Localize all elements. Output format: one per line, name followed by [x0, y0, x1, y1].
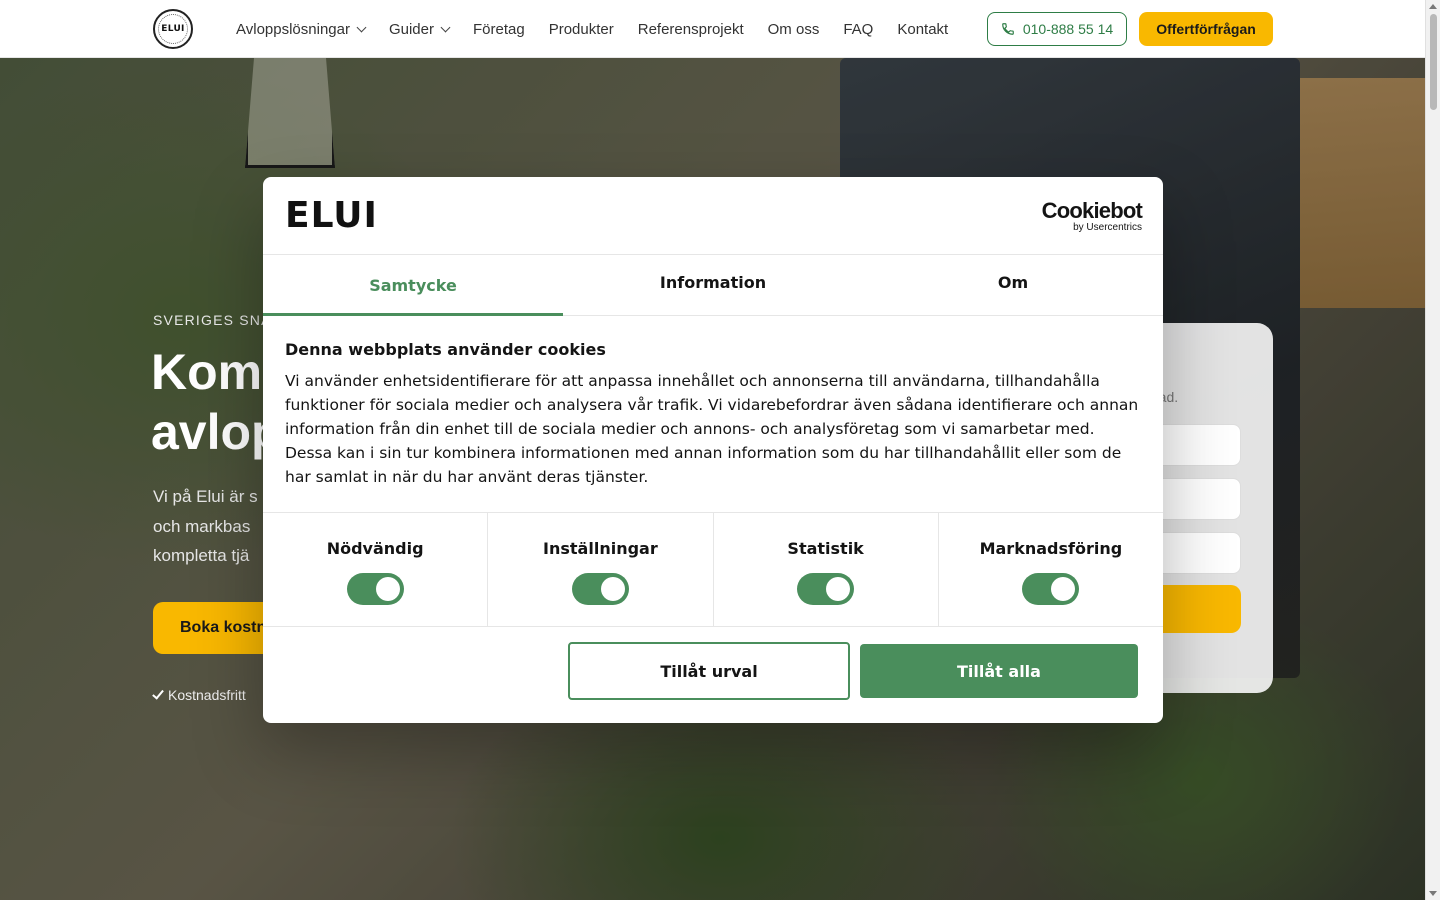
hero-eyebrow: SVERIGES SNA: [153, 312, 272, 328]
nav-label: Avloppslösningar: [236, 20, 350, 38]
dialog-brand-logo: ELUI: [285, 195, 378, 236]
allow-all-button[interactable]: Tillåt alla: [860, 644, 1138, 698]
allow-selection-button[interactable]: Tillåt urval: [568, 642, 850, 700]
tab-om[interactable]: Om: [863, 255, 1163, 315]
consent-toggles: Nödvändig Inställningar Statistik Markna…: [263, 512, 1163, 627]
cookiebot-logo[interactable]: Cookiebot by Usercentrics: [1038, 198, 1143, 233]
dialog-tabs: Samtycke Information Om: [263, 254, 1163, 316]
nav-item-kontakt[interactable]: Kontakt: [897, 21, 948, 38]
toggle-label: Nödvändig: [326, 539, 424, 558]
main-nav: Avloppslösningar Guider Företag Produkte…: [236, 0, 948, 58]
dialog-body-text: Vi använder enhetsidentifierare för att …: [285, 372, 1139, 486]
toggle-label: Marknadsföring: [979, 539, 1123, 558]
scroll-down-arrow-icon[interactable]: [1429, 891, 1437, 896]
chevron-down-icon: [440, 22, 451, 32]
nav-item-referensprojekt[interactable]: Referensprojekt: [638, 21, 744, 38]
chevron-down-icon: [356, 22, 367, 32]
toggle-group-installningar: Inställningar: [488, 513, 714, 626]
nav-item-foretag[interactable]: Företag: [473, 21, 525, 38]
toggle-nodvandig[interactable]: [346, 573, 404, 605]
site-logo[interactable]: ELUI: [153, 9, 193, 49]
nav-item-produkter[interactable]: Produkter: [549, 21, 614, 38]
toggle-group-nodvandig: Nödvändig: [263, 513, 489, 626]
phone-icon: [1002, 23, 1014, 35]
nav-label: Guider: [388, 20, 434, 38]
toggle-label: Inställningar: [543, 539, 658, 558]
phone-number: 010-888 55 14: [1022, 21, 1114, 37]
check-label: Kostnadsfritt: [168, 687, 246, 703]
offer-request-button[interactable]: Offertförfrågan: [1139, 12, 1273, 46]
nav-item-guider[interactable]: Guider: [388, 20, 451, 38]
logo-text: ELUI: [161, 24, 185, 34]
nav-item-om-oss[interactable]: Om oss: [768, 21, 820, 38]
dialog-heading: Denna webbplats använder cookies: [285, 340, 606, 359]
toggle-label: Statistik: [787, 539, 864, 558]
toggle-marknadsforing[interactable]: [1022, 573, 1080, 605]
page-scrollbar[interactable]: [1425, 0, 1440, 900]
toggle-group-marknadsforing: Marknadsföring: [939, 513, 1163, 626]
tab-information[interactable]: Information: [563, 255, 863, 315]
cookiebot-wordmark: Cookiebot: [1041, 198, 1143, 223]
hero-check-item: Kostnadsfritt: [152, 686, 246, 703]
scroll-up-arrow-icon[interactable]: [1429, 4, 1437, 9]
toggle-installningar[interactable]: [571, 573, 629, 605]
toggle-statistik[interactable]: [797, 573, 855, 605]
nav-item-avloppslosningar[interactable]: Avloppslösningar: [236, 20, 367, 38]
phone-button[interactable]: 010-888 55 14: [987, 12, 1127, 46]
nav-item-faq[interactable]: FAQ: [843, 21, 873, 38]
tab-samtycke[interactable]: Samtycke: [263, 255, 563, 316]
scrollbar-thumb[interactable]: [1430, 14, 1437, 110]
cookiebot-byline: by Usercentrics: [1073, 222, 1142, 233]
cookie-consent-dialog: ELUI Cookiebot by Usercentrics Samtycke …: [263, 177, 1163, 723]
toggle-group-statistik: Statistik: [714, 513, 939, 626]
site-header: ELUI Avloppslösningar Guider Företag Pro…: [0, 0, 1425, 58]
